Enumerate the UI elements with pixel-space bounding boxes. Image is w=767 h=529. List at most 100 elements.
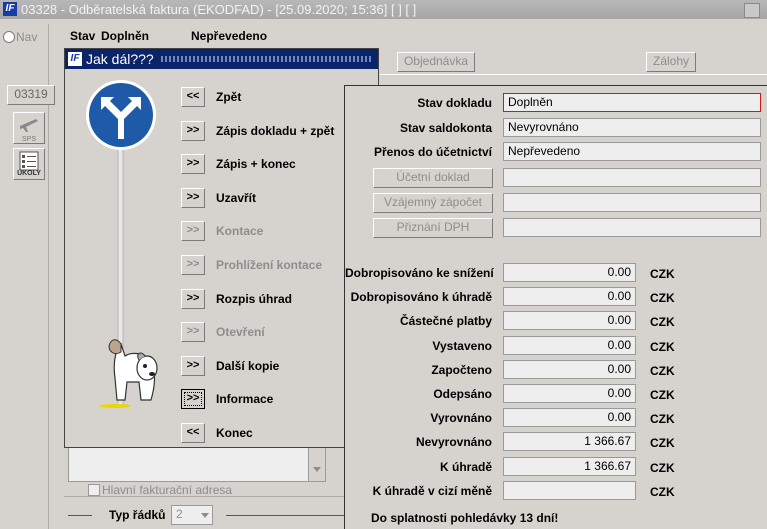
dialog-item-label[interactable]: Uzavřít xyxy=(216,191,256,205)
currency-label: CZK xyxy=(650,460,675,475)
currency-label: CZK xyxy=(650,339,675,354)
prenos-label: Přenos do účetnictví xyxy=(373,145,492,159)
divider xyxy=(68,515,92,516)
dialog-item-button[interactable]: >> xyxy=(181,120,205,141)
hlavni-adresa-checkbox[interactable] xyxy=(88,484,100,496)
document-status-panel: Stav dokladu Doplněn Stav saldokonta Nev… xyxy=(344,85,767,529)
hlavni-adresa-label: Hlavní fakturační adresa xyxy=(102,483,233,497)
priznani-dph-field[interactable] xyxy=(503,218,761,237)
divider xyxy=(226,515,344,516)
amount-label: Dobropisováno ke snížení xyxy=(345,266,494,280)
dialog-item-button[interactable]: >> xyxy=(181,154,205,175)
ucetni-doklad-field[interactable] xyxy=(503,168,761,187)
tab-zalohy[interactable]: Zálohy xyxy=(646,52,696,72)
dialog-title: Jak dál??? xyxy=(86,51,154,67)
stav-label: Stav xyxy=(70,29,96,43)
window-title: 03328 - Odběratelská faktura (EKODFAD) -… xyxy=(21,2,417,17)
vzajemny-zapocet-button[interactable]: Vzájemný zápočet xyxy=(373,193,493,213)
amount-field[interactable]: 0.00 xyxy=(503,335,636,355)
ukoly-button[interactable]: ÚKOLY xyxy=(13,148,45,180)
dialog-item-label[interactable]: Zpět xyxy=(216,90,241,104)
amount-label: K úhradě xyxy=(439,459,492,474)
dialog-item-button[interactable]: << xyxy=(181,87,205,107)
divider xyxy=(380,74,767,75)
amount-label: Částečné platby xyxy=(399,314,492,329)
stav-saldokonta-field[interactable]: Nevyrovnáno xyxy=(503,118,761,137)
dialog-item-button[interactable]: >> xyxy=(181,389,205,410)
typ-radku-value: 2 xyxy=(176,507,183,521)
radio-icon[interactable] xyxy=(3,31,15,43)
amount-label: K úhradě v cizí měně xyxy=(372,483,492,498)
amount-label: Odepsáno xyxy=(433,387,492,401)
checklist-icon xyxy=(19,151,39,171)
dialog-item-label[interactable]: Zápis dokladu + zpět xyxy=(216,124,334,138)
jak-dal-dialog: IF Jak dál??? << Zpět >> Zápis dokladu + zpě… xyxy=(64,48,379,448)
currency-label: CZK xyxy=(650,436,675,451)
dialog-item-button[interactable]: << xyxy=(181,423,205,443)
typ-radku-select[interactable]: 2 xyxy=(171,505,213,525)
dog-icon xyxy=(99,339,158,408)
currency-label: CZK xyxy=(650,267,675,281)
dialog-item-label[interactable]: Rozpis úhrad xyxy=(216,292,292,306)
currency-label: CZK xyxy=(650,315,675,330)
dialog-titlebar: IF Jak dál??? xyxy=(65,49,378,69)
amount-field[interactable]: 0.00 xyxy=(503,263,636,282)
ucetni-doklad-button[interactable]: Účetní doklad xyxy=(373,168,493,188)
dialog-item-button[interactable]: >> xyxy=(181,187,205,208)
dialog-item-button[interactable]: >> xyxy=(181,255,205,275)
amount-label: Vystaveno xyxy=(432,338,492,353)
dialog-item-button[interactable]: >> xyxy=(181,355,205,376)
close-window-button[interactable] xyxy=(744,3,760,18)
amount-label: Započteno xyxy=(431,362,492,377)
priznani-dph-button[interactable]: Přiznání DPH xyxy=(373,218,493,238)
dialog-item-label[interactable]: Otevření xyxy=(216,325,265,339)
splatnost-note: Do splatnosti pohledávky 13 dní! xyxy=(371,511,559,525)
amount-field[interactable]: 0.00 xyxy=(503,384,636,403)
titlebar-grip xyxy=(161,56,373,62)
sps-button[interactable]: SPS xyxy=(13,112,45,144)
amount-field[interactable]: 1 366.67 xyxy=(503,456,636,476)
nav-label: Nav xyxy=(16,30,38,44)
currency-label: CZK xyxy=(650,363,675,378)
dialog-item-label[interactable]: Prohlížení kontace xyxy=(216,258,322,272)
amount-label: Nevyrovnáno xyxy=(415,435,492,450)
plane-icon xyxy=(20,119,38,132)
stav-dokladu-label: Stav dokladu xyxy=(417,96,492,110)
amount-field[interactable]: 0.00 xyxy=(503,359,636,379)
vzajemny-zapocet-field[interactable] xyxy=(503,193,761,212)
ukoly-label: ÚKOLY xyxy=(17,170,41,177)
dialog-item-button[interactable]: >> xyxy=(181,322,205,343)
tab-objednavka[interactable]: Objednávka xyxy=(397,52,475,72)
dialog-item-label[interactable]: Kontace xyxy=(216,224,263,238)
currency-label: CZK xyxy=(650,484,675,499)
dialog-item-label[interactable]: Další kopie xyxy=(216,359,279,373)
dialog-item-button[interactable]: >> xyxy=(181,288,205,309)
record-number-button[interactable]: 03319 xyxy=(7,85,55,105)
dialog-item-label[interactable]: Zápis + konec xyxy=(216,157,296,171)
amount-label: Vyrovnáno xyxy=(430,411,492,426)
stav-saldokonta-label: Stav saldokonta xyxy=(399,121,492,135)
amount-field[interactable]: 0.00 xyxy=(503,311,636,331)
typ-radku-label: Typ řádků xyxy=(109,508,166,522)
sps-label: SPS xyxy=(21,136,36,143)
divider xyxy=(64,496,344,497)
window-titlebar: IF 03328 - Odběratelská faktura (EKODFAD)… xyxy=(0,0,767,19)
address-textarea[interactable] xyxy=(68,446,326,482)
currency-label: CZK xyxy=(650,291,675,306)
currency-label: CZK xyxy=(650,412,675,427)
dialog-item-label[interactable]: Konec xyxy=(216,426,253,440)
amount-field[interactable]: 0.00 xyxy=(503,287,636,307)
amount-field[interactable]: 1 366.67 xyxy=(503,432,636,452)
stav-dokladu-field[interactable]: Doplněn xyxy=(503,93,761,112)
app-logo-icon: IF xyxy=(3,2,17,16)
amount-field[interactable] xyxy=(503,480,636,500)
amount-field[interactable]: 0.00 xyxy=(503,408,636,428)
stav-value: Doplněn xyxy=(101,29,149,43)
dialog-item-button[interactable]: >> xyxy=(181,221,205,242)
currency-label: CZK xyxy=(650,388,675,402)
app-logo-icon: IF xyxy=(68,52,82,66)
scrollbar[interactable] xyxy=(308,447,325,481)
dialog-item-label[interactable]: Informace xyxy=(216,392,273,406)
prenos-field[interactable]: Nepřevedeno xyxy=(503,142,761,161)
amount-label: Dobropisováno k úhradě xyxy=(350,290,492,305)
